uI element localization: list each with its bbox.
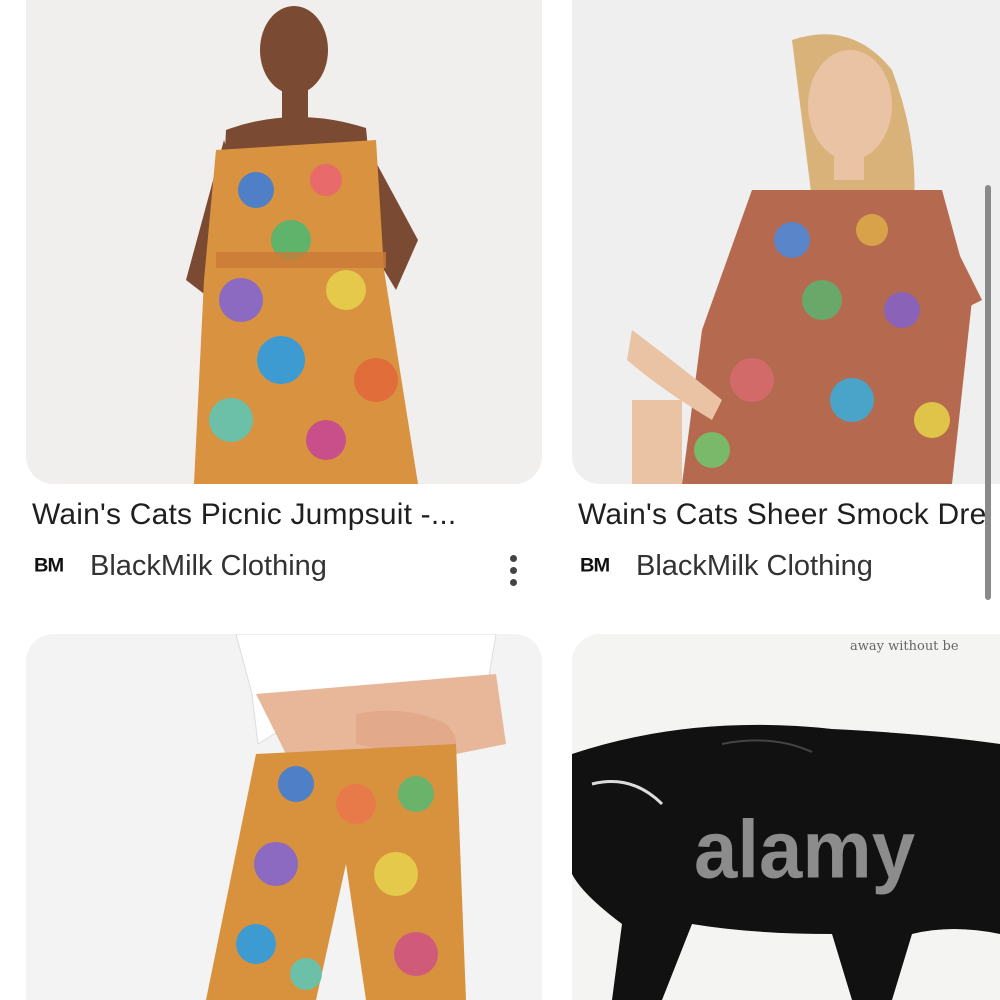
alamy-watermark: alamy — [694, 804, 916, 895]
source-favicon: BM — [580, 555, 610, 577]
result-title[interactable]: Wain's Cats Picnic Jumpsuit -... — [32, 498, 456, 532]
more-vert-icon[interactable] — [493, 545, 533, 595]
result-thumbnail[interactable]: away without be alamy — [572, 634, 1000, 1000]
source-favicon: BM — [34, 555, 64, 577]
source-name: BlackMilk Clothing — [90, 550, 327, 582]
result-source[interactable]: BM BlackMilk Clothing — [34, 550, 327, 583]
image-results-grid: Wain's Cats Picnic Jumpsuit -... BM Blac… — [0, 0, 1000, 1000]
result-card-jumpsuit[interactable]: Wain's Cats Picnic Jumpsuit -... BM Blac… — [26, 0, 542, 600]
result-thumbnail[interactable] — [572, 0, 1000, 484]
result-card-alamy-cat[interactable]: away without be alamy — [572, 634, 1000, 1000]
result-thumbnail[interactable] — [26, 0, 542, 484]
overlay-caption: away without be — [850, 639, 959, 654]
result-source[interactable]: BM BlackMilk Clothing — [580, 550, 873, 583]
scrollbar[interactable] — [985, 185, 991, 600]
result-thumbnail[interactable] — [26, 634, 542, 1000]
source-name: BlackMilk Clothing — [636, 550, 873, 582]
result-card-smock-dress[interactable]: Wain's Cats Sheer Smock Dre BM BlackMilk… — [572, 0, 1000, 600]
result-title[interactable]: Wain's Cats Sheer Smock Dre — [578, 498, 986, 532]
result-card-leggings[interactable] — [26, 634, 542, 1000]
